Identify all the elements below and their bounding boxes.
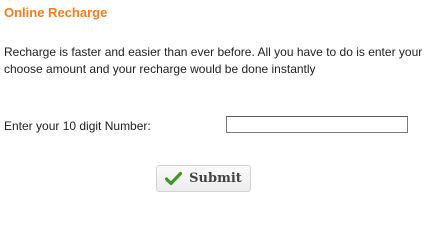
submit-button[interactable]: Submit <box>156 165 251 192</box>
submit-label: Submit <box>189 171 242 186</box>
intro-text: Recharge is faster and easier than ever … <box>4 45 423 76</box>
number-label: Enter your 10 digit Number: <box>4 119 151 133</box>
check-icon <box>165 171 183 186</box>
page-title: Online Recharge <box>4 5 108 20</box>
number-input[interactable] <box>226 116 408 133</box>
